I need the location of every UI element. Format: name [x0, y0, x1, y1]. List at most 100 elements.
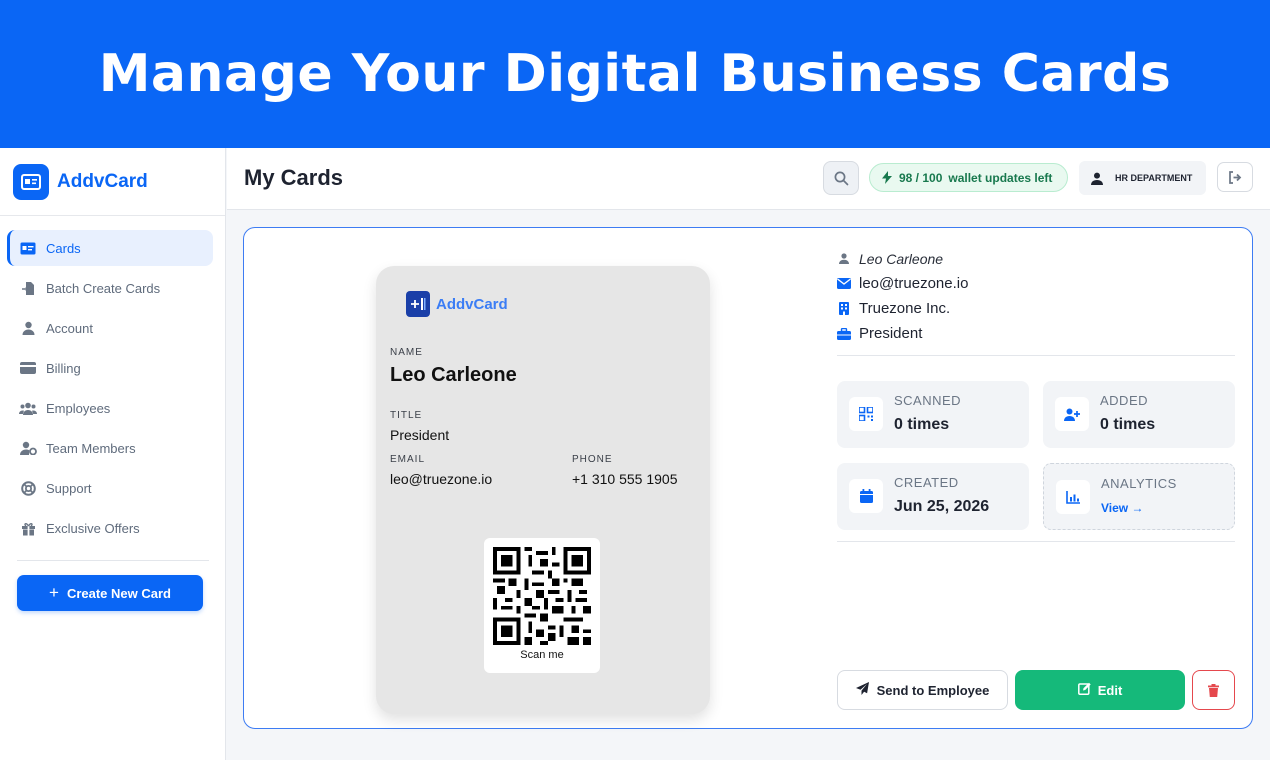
- brand[interactable]: AddvCard: [0, 148, 225, 216]
- wallet-text: wallet updates left: [948, 170, 1053, 185]
- sign-out-icon: [1228, 170, 1241, 184]
- qr-code: Scan me: [484, 538, 600, 673]
- brand-logo-icon: [13, 163, 49, 200]
- card-name-label: NAME: [390, 347, 423, 358]
- wallet-count: 98 / 100: [899, 170, 943, 185]
- sidebar-nav: Cards Batch Create Cards Account Billing…: [0, 216, 225, 546]
- card-detail-panel: AddvCard NAME Leo Carleone TITLE Preside…: [243, 227, 1253, 729]
- create-new-card-button[interactable]: + Create New Card: [17, 575, 203, 611]
- wallet-updates-badge: 98 / 100 wallet updates left: [869, 163, 1068, 192]
- department-label: HR DEPARTMENT: [1115, 173, 1193, 183]
- life-ring-icon: [19, 480, 37, 496]
- stat-scanned: SCANNED 0 times: [837, 381, 1029, 448]
- user-icon: [19, 320, 37, 336]
- sidebar-item-team-members[interactable]: Team Members: [7, 430, 213, 466]
- card-email-label: EMAIL: [390, 454, 426, 465]
- detail-name: Leo Carleone: [859, 250, 944, 267]
- credit-card-icon: [19, 360, 37, 376]
- sidebar-divider: [17, 560, 209, 561]
- bolt-icon: [882, 171, 892, 184]
- sidebar: AddvCard Cards Batch Create Cards Accoun…: [0, 148, 226, 760]
- chart-icon: [1056, 480, 1090, 514]
- stat-scanned-value: 0 times: [894, 416, 950, 433]
- sidebar-item-batch-create-cards[interactable]: Batch Create Cards: [7, 270, 213, 306]
- briefcase-icon: [837, 327, 851, 340]
- stat-analytics[interactable]: ANALYTICS View →: [1043, 463, 1235, 530]
- qr-code-icon: [493, 547, 591, 645]
- trash-icon: [1208, 683, 1219, 697]
- user-icon: [837, 253, 851, 264]
- detail-email: leo@truezone.io: [859, 275, 969, 292]
- logout-button[interactable]: [1217, 162, 1253, 192]
- id-card-icon: [19, 240, 37, 256]
- detail-title: President: [859, 325, 923, 342]
- stat-created: CREATED Jun 25, 2026: [837, 463, 1029, 530]
- plus-icon: +: [49, 583, 59, 602]
- building-icon: [837, 302, 851, 315]
- sidebar-item-employees[interactable]: Employees: [7, 390, 213, 426]
- send-button-label: Send to Employee: [876, 682, 990, 698]
- user-gear-icon: [19, 440, 37, 456]
- qr-scan-icon: [849, 397, 883, 431]
- stat-scanned-label: SCANNED: [894, 393, 962, 408]
- sidebar-item-label: Support: [46, 480, 92, 496]
- sidebar-item-billing[interactable]: Billing: [7, 350, 213, 386]
- stats-divider: [837, 541, 1235, 542]
- delete-button[interactable]: [1192, 670, 1235, 710]
- user-icon: [1091, 172, 1103, 185]
- stat-added-label: ADDED: [1100, 393, 1149, 408]
- card-phone: +1 310 555 1905: [572, 471, 678, 487]
- calendar-icon: [849, 479, 883, 513]
- card-email: leo@truezone.io: [390, 471, 493, 487]
- sidebar-item-account[interactable]: Account: [7, 310, 213, 346]
- addvcard-logo-icon: [406, 291, 430, 317]
- sidebar-item-label: Cards: [46, 240, 81, 256]
- edit-button[interactable]: Edit: [1015, 670, 1185, 710]
- send-to-employee-button[interactable]: Send to Employee: [837, 670, 1008, 710]
- card-name: Leo Carleone: [390, 364, 517, 386]
- detail-email-row: leo@truezone.io: [837, 271, 1235, 296]
- sidebar-item-label: Employees: [46, 400, 111, 416]
- paper-plane-icon: [855, 682, 869, 698]
- details-divider: [837, 355, 1235, 356]
- card-title-label: TITLE: [390, 410, 423, 421]
- sidebar-item-label: Billing: [46, 360, 81, 376]
- department-menu-button[interactable]: HR DEPARTMENT: [1079, 161, 1206, 195]
- user-plus-icon: [1055, 397, 1089, 431]
- analytics-view-link[interactable]: View →: [1101, 501, 1143, 515]
- detail-title-row: President: [837, 321, 1235, 346]
- file-import-icon: [19, 280, 37, 296]
- stat-created-value: Jun 25, 2026: [894, 498, 990, 515]
- banner-headline: Manage Your Digital Business Cards: [98, 44, 1172, 104]
- stat-created-label: CREATED: [894, 475, 959, 490]
- gift-icon: [19, 520, 37, 536]
- detail-name-row: Leo Carleone: [837, 246, 1235, 271]
- search-button[interactable]: [823, 161, 859, 195]
- hero-banner: Manage Your Digital Business Cards: [0, 0, 1270, 148]
- edit-button-label: Edit: [1097, 682, 1123, 698]
- card-logo: AddvCard: [406, 291, 508, 317]
- sidebar-item-exclusive-offers[interactable]: Exclusive Offers: [7, 510, 213, 546]
- sidebar-item-support[interactable]: Support: [7, 470, 213, 506]
- card-logo-text: AddvCard: [436, 295, 508, 313]
- page-title: My Cards: [244, 165, 344, 190]
- stat-added-value: 0 times: [1100, 416, 1156, 433]
- stat-added: ADDED 0 times: [1043, 381, 1235, 448]
- stat-analytics-label: ANALYTICS: [1101, 476, 1177, 491]
- sidebar-item-label: Batch Create Cards: [46, 280, 161, 296]
- sidebar-item-label: Exclusive Offers: [46, 520, 140, 536]
- business-card-preview: AddvCard NAME Leo Carleone TITLE Preside…: [376, 266, 710, 714]
- create-button-label: Create New Card: [66, 585, 171, 601]
- card-title: President: [390, 427, 450, 443]
- top-bar: My Cards 98 / 100 wallet updates left HR…: [227, 148, 1270, 210]
- qr-caption: Scan me: [520, 649, 564, 661]
- sidebar-item-cards[interactable]: Cards: [7, 230, 213, 266]
- edit-icon: [1077, 682, 1091, 698]
- detail-company-row: Truezone Inc.: [837, 296, 1235, 321]
- users-icon: [19, 400, 37, 416]
- detail-company: Truezone Inc.: [859, 300, 951, 317]
- card-phone-label: PHONE: [572, 454, 613, 465]
- envelope-icon: [837, 278, 851, 289]
- brand-name: AddvCard: [57, 170, 148, 192]
- sidebar-item-label: Account: [46, 320, 93, 336]
